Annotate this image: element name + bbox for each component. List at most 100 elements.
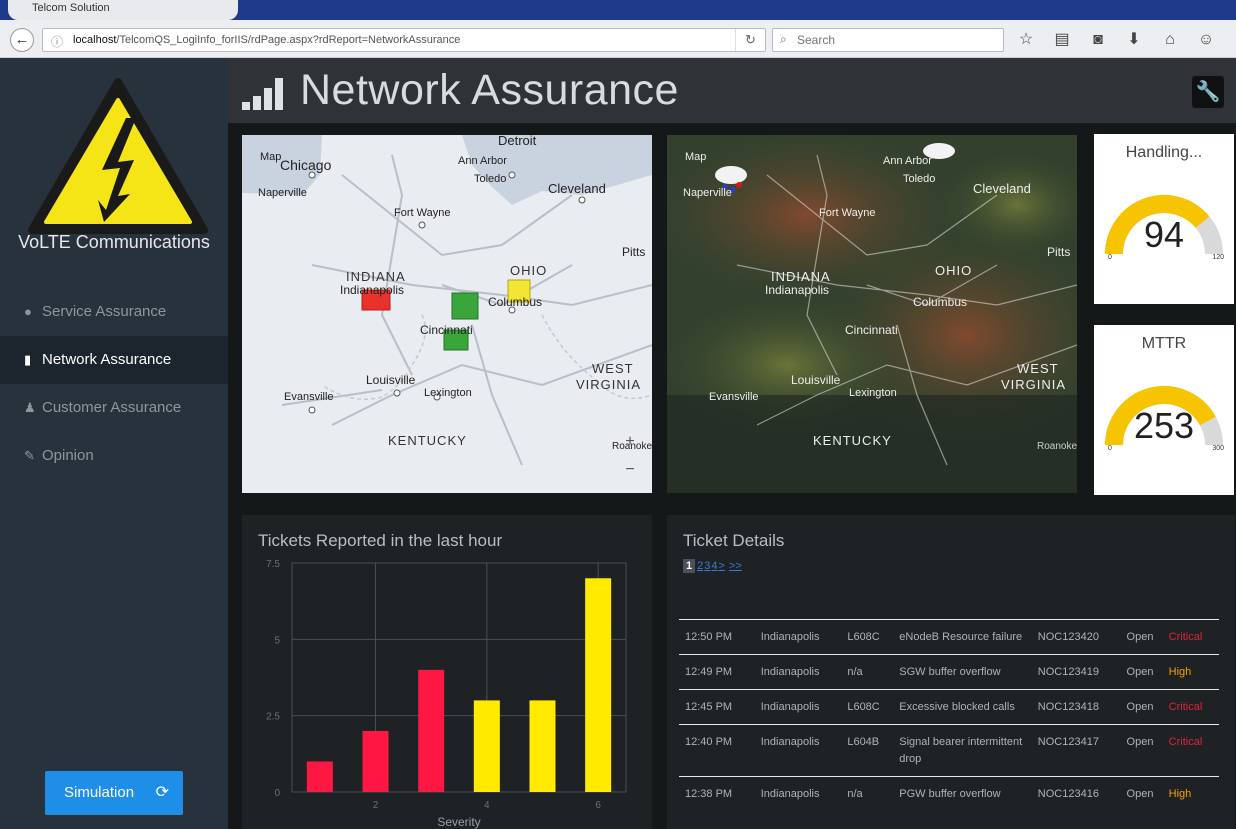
map-place-label: Fort Wayne (394, 207, 451, 219)
user-icon: ♟ (24, 400, 36, 415)
y-tick-label: 5 (274, 635, 280, 646)
map-place-label: Cincinnati (420, 323, 473, 337)
map-place-label: Evansville (709, 391, 759, 403)
wrench-icon[interactable]: 🔧 (1192, 76, 1224, 108)
mttr-gauge-card: MTTR 253 0 300 (1094, 325, 1234, 495)
browser-search[interactable]: ⌕ (772, 28, 1004, 52)
cell-ticket: NOC123419 (1037, 666, 1099, 678)
bar-severity-3 (418, 669, 445, 792)
url-host: localhost (73, 34, 117, 46)
tickets-bar-chart: 0 2.5 5 7.5 2 4 6 Severity (266, 559, 627, 829)
map-place-label: OHIO (510, 263, 548, 278)
signal-bars-icon: ▮ (24, 352, 32, 367)
page-link-4[interactable]: 4 (711, 560, 717, 572)
gauge-min: 0 (1108, 445, 1112, 452)
map-place-label: Ann Arbor (458, 155, 507, 167)
sidebar-item-label: Network Assurance (42, 351, 172, 368)
cell-severity: High (1168, 788, 1192, 800)
gauge-title: MTTR (1141, 335, 1187, 352)
simulation-button-label: Simulation (64, 784, 135, 801)
sidebar-item-opinion[interactable]: ✎ Opinion (0, 432, 228, 480)
sidebar-item-label: Opinion (42, 447, 94, 464)
table-row[interactable]: 12:45 PM Indianapolis L608C Excessive block… (679, 689, 1219, 725)
map-place-label: Naperville (683, 187, 732, 199)
bar-severity-5 (529, 700, 556, 792)
plot-frame (291, 562, 627, 793)
ticket-map[interactable]: Map Chicago Ann Arbor Detroit Toledo Cle… (242, 135, 652, 493)
page-current: 1 (683, 559, 696, 573)
cell-site: L604B (847, 736, 880, 748)
map-marker-ok[interactable] (451, 292, 479, 320)
table-row[interactable]: 12:49 PM Indianapolis n/a SGW buffer overfl… (679, 654, 1219, 690)
table-row[interactable]: 12:40 PM Indianapolis L604B Signal bearer i… (679, 724, 1219, 777)
page-next[interactable]: > (719, 560, 725, 572)
cell-time: 12:50 PM (685, 631, 733, 643)
cell-site: L608C (847, 631, 880, 643)
url-text: localhost/TelcomQS_LogiInfo_forIIS/rdPag… (73, 34, 460, 46)
map-place-label: KENTUCKY (388, 433, 467, 448)
download-icon[interactable]: ⬇ (1124, 30, 1144, 50)
search-icon: ⌕ (780, 32, 787, 46)
map-place-label: Naperville (258, 187, 307, 199)
map-place-label: Louisville (791, 373, 841, 387)
pagination: 1 234> >> (683, 559, 743, 573)
map-place-label: Cleveland (973, 181, 1031, 196)
cell-ticket: NOC123420 (1037, 631, 1099, 643)
ticket-details-panel: Ticket Details 1 234> >> 12:50 PM Indianap… (667, 515, 1235, 829)
zoom-out-button[interactable]: − (620, 461, 640, 481)
cell-ticket: NOC123418 (1037, 701, 1099, 713)
cell-city: Indianapolis (760, 666, 820, 678)
gauge-value: 253 (1133, 405, 1195, 446)
cell-desc: PGW buffer overflow (899, 788, 1001, 800)
browser-navbar: ← ⓘ localhost/TelcomQS_LogiInfo_forIIS/r… (0, 20, 1236, 58)
reading-list-icon[interactable]: ▤ (1052, 30, 1072, 50)
map-place-label: INDIANA (346, 269, 406, 284)
reload-icon[interactable]: ↻ (735, 29, 765, 51)
cell-status: Open (1126, 701, 1154, 713)
page-link-3[interactable]: 3 (704, 560, 710, 572)
cell-site: n/a (847, 666, 863, 678)
map-place-label: Chicago (280, 157, 332, 173)
pocket-icon[interactable]: ◙ (1088, 30, 1108, 50)
title-bar: Network Assurance 🔧 (228, 58, 1236, 123)
map-place-label: Roanoke (1037, 441, 1077, 452)
cell-desc: SGW buffer overflow (899, 666, 1001, 678)
gauge-max: 120 (1212, 254, 1224, 261)
cell-desc: Signal bearer intermittent drop (899, 736, 1023, 765)
address-bar[interactable]: ⓘ localhost/TelcomQS_LogiInfo_forIIS/rdP… (42, 28, 766, 52)
zoom-in-button[interactable]: + (620, 433, 640, 453)
refresh-icon: ⟳ (155, 784, 169, 801)
cell-severity: Critical (1168, 631, 1203, 643)
gauge-min: 0 (1108, 254, 1112, 261)
weather-radar-map[interactable]: Ann Arbor Toledo Cleveland Naperville Fo… (667, 135, 1077, 493)
table-row[interactable]: 12:38 PM Indianapolis n/a PGW buffer overfl… (679, 776, 1219, 812)
back-button[interactable]: ← (10, 28, 34, 52)
home-icon[interactable]: ⌂ (1160, 30, 1180, 50)
cell-ticket: NOC123417 (1037, 736, 1099, 748)
cell-time: 12:49 PM (685, 666, 733, 678)
bar-severity-6 (585, 578, 612, 792)
table-row[interactable]: 12:50 PM Indianapolis L608C eNodeB Resource… (679, 619, 1219, 655)
cell-severity: Critical (1168, 701, 1203, 713)
simulation-button[interactable]: Simulation ⟳ (45, 771, 183, 815)
map-place-label: Columbus (488, 295, 543, 309)
sidebar-item-customer-assurance[interactable]: ♟ Customer Assurance (0, 384, 228, 432)
cell-time: 12:40 PM (685, 736, 733, 748)
search-input[interactable] (797, 32, 997, 48)
bookmark-star-icon[interactable]: ☆ (1016, 30, 1036, 50)
cell-site: n/a (847, 788, 863, 800)
cell-status: Open (1126, 666, 1154, 678)
smiley-icon[interactable]: ☺ (1196, 30, 1216, 50)
sidebar-item-network-assurance[interactable]: ▮ Network Assurance (0, 336, 228, 384)
url-path: /TelcomQS_LogiInfo_forIIS/rdPage.aspx?rd… (116, 34, 461, 46)
page-link-2[interactable]: 2 (697, 560, 703, 572)
map-place-label: VIRGINIA (576, 377, 642, 392)
high-voltage-logo (28, 78, 208, 234)
page-last[interactable]: >> (729, 560, 742, 572)
info-icon[interactable]: ⓘ (51, 33, 63, 50)
cell-status: Open (1126, 736, 1154, 748)
sidebar-item-service-assurance[interactable]: ● Service Assurance (0, 288, 228, 336)
bar-severity-4 (473, 700, 500, 792)
x-tick-label: 4 (484, 800, 490, 811)
browser-tab[interactable]: Telcom Solution (8, 0, 238, 20)
